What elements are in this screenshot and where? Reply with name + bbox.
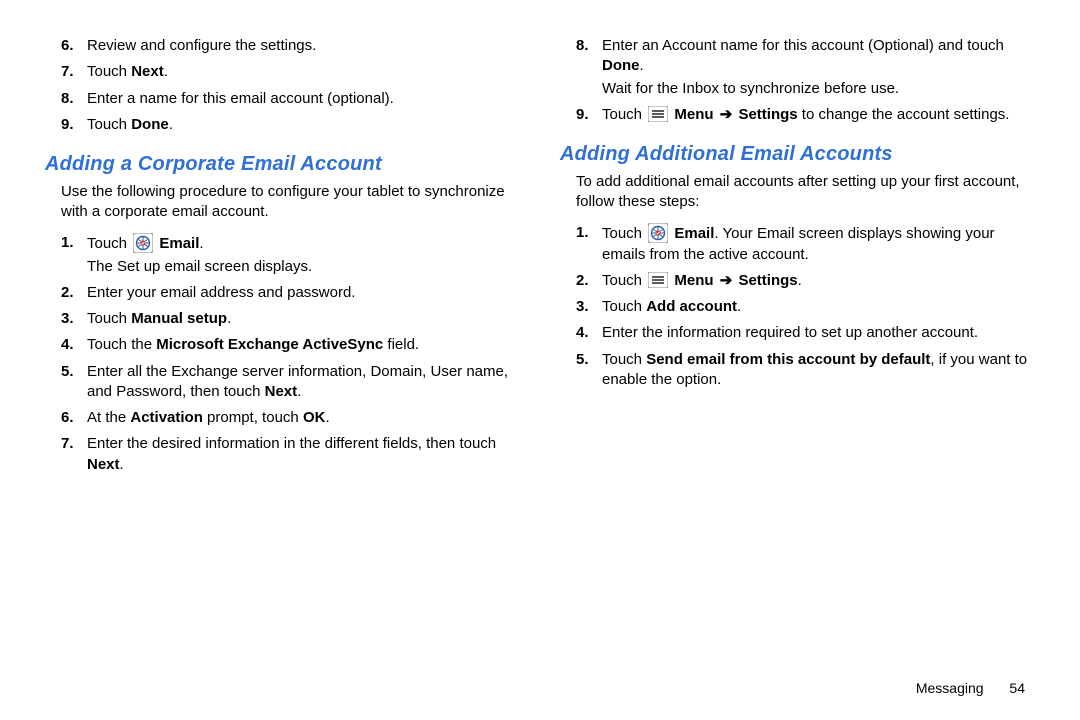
footer-page-number: 54 [1009,680,1025,696]
step-number: 5. [576,350,602,370]
additional-steps-list: 1. Touch Email. Your Email screen displa… [576,223,1035,391]
step-number: 6. [61,408,87,428]
step-number: 1. [576,223,602,243]
list-item: 3. Touch Manual setup. [61,309,520,329]
arrow-icon: ➔ [714,106,739,123]
menu-icon [648,106,668,122]
step-subtext: The Set up email screen displays. [87,257,520,277]
step-number: 4. [61,335,87,355]
list-item: 1. Touch Email. The Set up email screen … [61,233,520,277]
list-item: 1. Touch Email. Your Email screen displa… [576,223,1035,265]
email-app-icon [133,233,153,253]
list-item: 8. Enter a name for this email account (… [61,89,520,109]
right-column: 8. Enter an Account name for this accoun… [560,30,1035,481]
step-number: 8. [61,89,87,109]
list-item: 2. Touch Menu ➔ Settings. [576,271,1035,291]
step-number: 2. [61,283,87,303]
arrow-icon: ➔ [714,272,739,289]
list-item: 7. Touch Next. [61,62,520,82]
list-item: 7. Enter the desired information in the … [61,434,520,475]
step-text: Touch Add account. [602,297,1035,317]
step-text: Enter the desired information in the dif… [87,434,520,475]
step-number: 6. [61,36,87,56]
step-text: Enter a name for this email account (opt… [87,89,520,109]
intro-text: Use the following procedure to configure… [61,182,520,223]
step-text: Enter the information required to set up… [602,323,1035,343]
step-text: Touch Email. Your Email screen displays … [602,223,1035,265]
step-subtext: Wait for the Inbox to synchronize before… [602,79,1035,99]
list-item: 9. Touch Done. [61,115,520,135]
step-number: 8. [576,36,602,56]
corporate-steps-list: 1. Touch Email. The Set up email screen … [61,233,520,475]
step-text: Touch the Microsoft Exchange ActiveSync … [87,335,520,355]
intro-text: To add additional email accounts after s… [576,172,1035,213]
step-text: Enter all the Exchange server informatio… [87,362,520,403]
list-item: 3. Touch Add account. [576,297,1035,317]
list-item: 9. Touch Menu ➔ Settings to change the a… [576,105,1035,125]
step-text: Touch Next. [87,62,520,82]
step-number: 5. [61,362,87,382]
footer-section: Messaging [916,680,984,696]
list-item: 5. Touch Send email from this account by… [576,350,1035,391]
step-number: 9. [61,115,87,135]
page-body: 6. Review and configure the settings. 7.… [0,0,1080,491]
step-text: Touch Email. The Set up email screen dis… [87,233,520,277]
list-item: 6. At the Activation prompt, touch OK. [61,408,520,428]
step-number: 3. [576,297,602,317]
list-item: 8. Enter an Account name for this accoun… [576,36,1035,99]
step-number: 7. [61,62,87,82]
continued-steps-list: 8. Enter an Account name for this accoun… [576,36,1035,125]
step-number: 7. [61,434,87,454]
heading-corporate-email: Adding a Corporate Email Account [45,153,520,176]
step-text: Touch Menu ➔ Settings. [602,271,1035,291]
email-app-icon [648,223,668,243]
step-number: 1. [61,233,87,253]
list-item: 2. Enter your email address and password… [61,283,520,303]
left-column: 6. Review and configure the settings. 7.… [45,30,520,481]
step-text: Touch Send email from this account by de… [602,350,1035,391]
heading-additional-email: Adding Additional Email Accounts [560,143,1035,166]
step-text: Touch Menu ➔ Settings to change the acco… [602,105,1035,125]
step-number: 3. [61,309,87,329]
step-text: Enter your email address and password. [87,283,520,303]
list-item: 6. Review and configure the settings. [61,36,520,56]
step-text: Enter an Account name for this account (… [602,36,1035,99]
list-item: 5. Enter all the Exchange server informa… [61,362,520,403]
step-text: At the Activation prompt, touch OK. [87,408,520,428]
page-footer: Messaging 54 [916,680,1025,696]
prior-steps-list: 6. Review and configure the settings. 7.… [61,36,520,135]
step-text: Review and configure the settings. [87,36,520,56]
step-number: 2. [576,271,602,291]
step-text: Touch Done. [87,115,520,135]
list-item: 4. Touch the Microsoft Exchange ActiveSy… [61,335,520,355]
step-number: 4. [576,323,602,343]
list-item: 4. Enter the information required to set… [576,323,1035,343]
menu-icon [648,272,668,288]
step-number: 9. [576,105,602,125]
step-text: Touch Manual setup. [87,309,520,329]
